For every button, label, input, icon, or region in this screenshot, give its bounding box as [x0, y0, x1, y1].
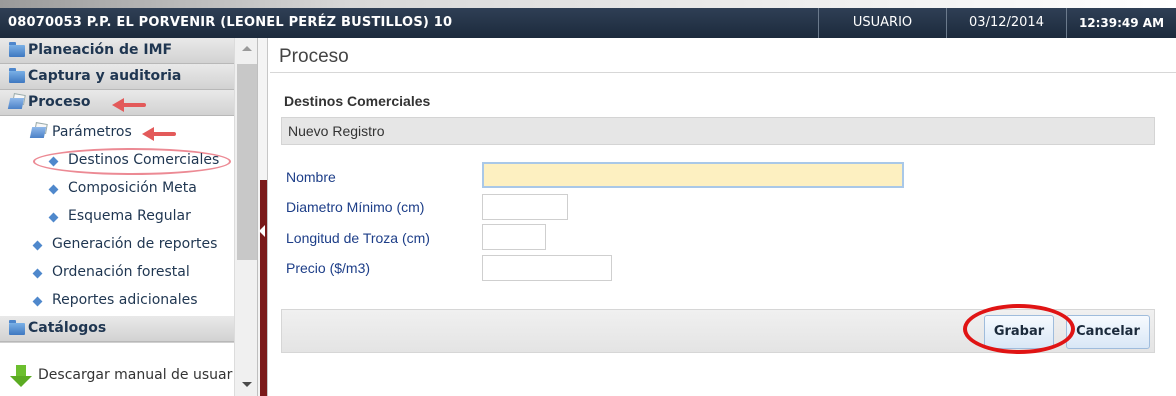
- sidebar-section-captura[interactable]: Captura y auditoria: [0, 64, 234, 90]
- user-label[interactable]: USUARIO: [818, 8, 946, 38]
- diamond-bullet-icon: [32, 296, 43, 307]
- sidebar-item-reportes[interactable]: Reportes adicionales: [0, 288, 234, 314]
- collapse-arrow-icon[interactable]: [259, 225, 265, 237]
- sidebar-section-catalogos[interactable]: Catálogos: [0, 316, 234, 342]
- nombre-label: Nombre: [286, 169, 336, 185]
- title-divider: [270, 72, 1176, 73]
- sidebar-item-label: Parámetros: [52, 124, 132, 140]
- nombre-input[interactable]: [482, 162, 904, 188]
- open-folder-icon: [29, 122, 49, 139]
- app-header: 08070053 P.P. EL PORVENIR (LEONEL PERÉZ …: [0, 0, 1176, 38]
- cancel-button[interactable]: Cancelar: [1066, 315, 1150, 349]
- precio-input[interactable]: [482, 255, 612, 281]
- sidebar-section-label: Captura y auditoria: [28, 68, 182, 84]
- scroll-thumb[interactable]: [237, 64, 257, 260]
- sidebar-footer: Descargar manual de usuar: [0, 342, 234, 396]
- time-label: 12:39:49 AM: [1066, 8, 1176, 38]
- download-arrow-icon[interactable]: [10, 365, 32, 387]
- annotation-arrow: [142, 127, 176, 141]
- open-folder-icon: [7, 93, 27, 110]
- sidebar-item-esquema[interactable]: Esquema Regular: [0, 204, 234, 230]
- scroll-up-icon[interactable]: [242, 46, 252, 51]
- sidebar-section-planeacion[interactable]: Planeación de IMF: [0, 38, 234, 64]
- panel-splitter[interactable]: [258, 38, 268, 396]
- folder-icon: [9, 320, 25, 335]
- diamond-bullet-icon: [48, 156, 59, 167]
- download-manual-link[interactable]: Descargar manual de usuar: [38, 367, 232, 383]
- station-title: 08070053 P.P. EL PORVENIR (LEONEL PERÉZ …: [8, 15, 453, 30]
- subheader-label: Nuevo Registro: [288, 123, 385, 139]
- sidebar-item-label: Generación de reportes: [52, 236, 218, 252]
- sidebar-item-parametros[interactable]: Parámetros: [0, 120, 234, 146]
- diamond-bullet-icon: [32, 268, 43, 279]
- sidebar-item-label: Ordenación forestal: [52, 264, 190, 280]
- diamond-bullet-icon: [48, 212, 59, 223]
- annotation-oval: [963, 304, 1075, 354]
- sidebar-scrollbar[interactable]: [234, 38, 257, 396]
- sidebar-item-ordenacion[interactable]: Ordenación forestal: [0, 260, 234, 286]
- page-title: Proceso: [279, 46, 349, 67]
- sidebar-section-label: Planeación de IMF: [28, 42, 173, 58]
- sidebar-item-label: Esquema Regular: [68, 208, 191, 224]
- sidebar-section-label: Proceso: [28, 94, 91, 110]
- sidebar-item-composicion[interactable]: Composición Meta: [0, 176, 234, 202]
- scroll-down-icon[interactable]: [242, 382, 252, 387]
- longitud-input[interactable]: [482, 224, 546, 250]
- precio-label: Precio ($/m3): [286, 260, 371, 276]
- annotation-arrow: [112, 98, 146, 112]
- sidebar-item-generacion[interactable]: Generación de reportes: [0, 232, 234, 258]
- diamond-bullet-icon: [32, 240, 43, 251]
- form-subheader: Nuevo Registro: [281, 117, 1155, 145]
- diametro-label: Diametro Mínimo (cm): [286, 199, 425, 215]
- sidebar-item-destinos[interactable]: Destinos Comerciales: [0, 148, 234, 174]
- diametro-input[interactable]: [482, 194, 568, 220]
- main-panel: Proceso Destinos Comerciales Nuevo Regis…: [270, 38, 1176, 396]
- diamond-bullet-icon: [48, 184, 59, 195]
- sidebar-item-label: Reportes adicionales: [52, 292, 198, 308]
- folder-icon: [9, 68, 25, 83]
- sidebar-nav: Planeación de IMF Captura y auditoria Pr…: [0, 38, 258, 396]
- sidebar-item-label: Composición Meta: [68, 180, 197, 196]
- collapse-handle[interactable]: [260, 180, 267, 396]
- sidebar-section-label: Catálogos: [28, 320, 107, 336]
- folder-icon: [9, 42, 25, 57]
- section-title: Destinos Comerciales: [284, 93, 431, 109]
- date-label: 03/12/2014: [946, 8, 1066, 38]
- longitud-label: Longitud de Troza (cm): [286, 230, 430, 246]
- sidebar-item-label: Destinos Comerciales: [68, 152, 220, 168]
